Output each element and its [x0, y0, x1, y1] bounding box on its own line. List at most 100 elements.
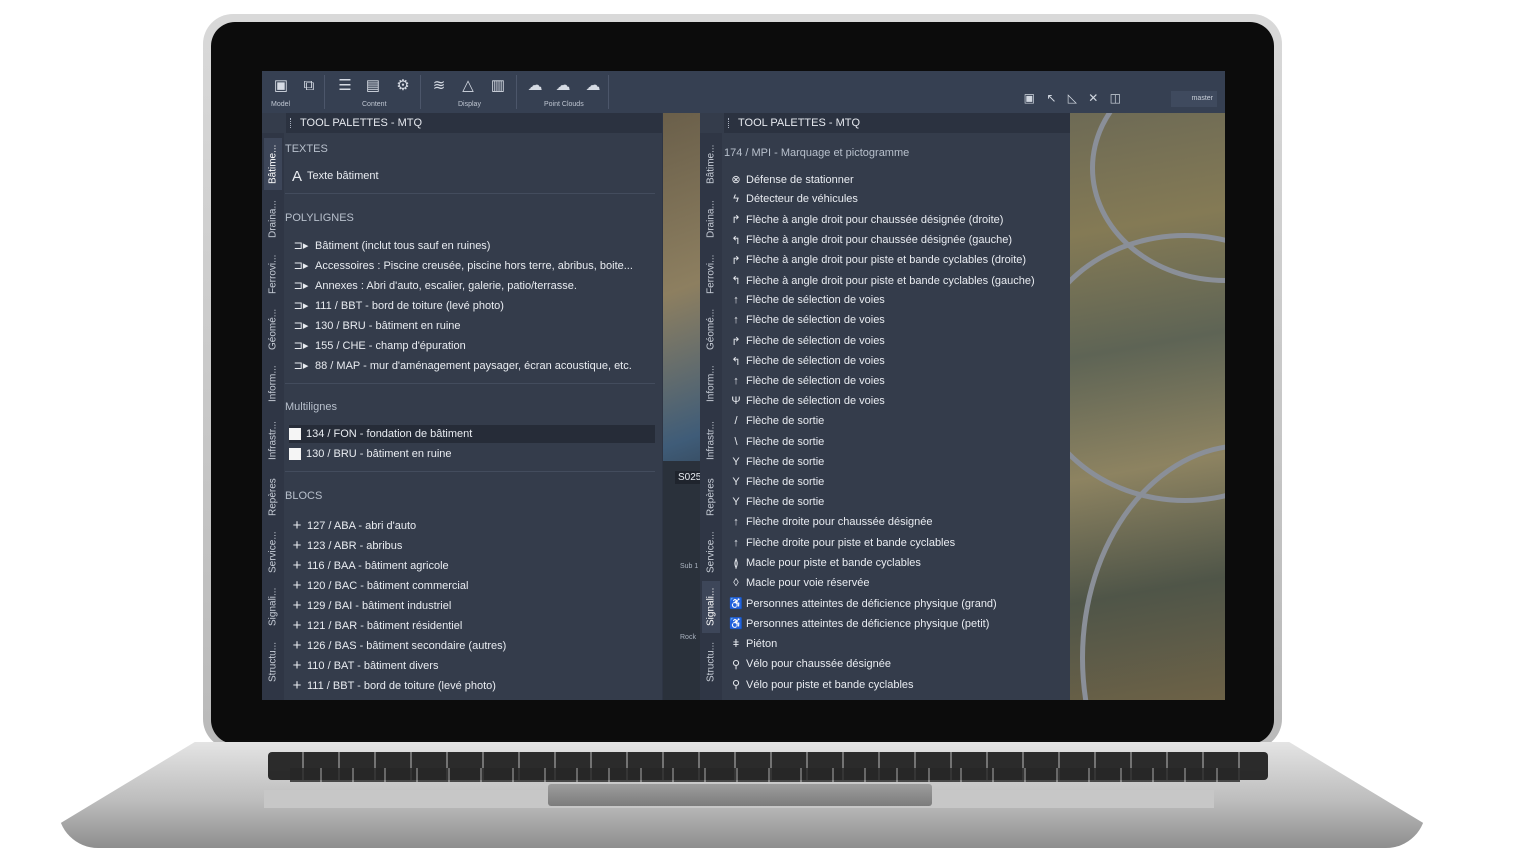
- marking-tool[interactable]: ↑ Flèche de sélection de voies: [728, 294, 885, 306]
- palette-title-bar[interactable]: TOOL PALETTES - MTQ: [724, 113, 1070, 133]
- palette-tool[interactable]: ⊐▸ 111 / BBT - bord de toiture (levé phot…: [289, 299, 504, 313]
- model-edit-icon[interactable]: ⧉: [298, 76, 320, 96]
- display-table-icon[interactable]: ▥: [487, 76, 509, 96]
- palette-tool[interactable]: A Texte bâtiment: [289, 168, 379, 185]
- block-insert-icon: +: [292, 637, 302, 654]
- ribbon-group-model[interactable]: Model: [271, 101, 290, 108]
- palette-tool[interactable]: +126 / BAS - bâtiment secondaire (autres…: [289, 637, 507, 654]
- tab-geometrie[interactable]: Géomé...: [702, 303, 720, 355]
- grip-icon[interactable]: [290, 118, 293, 128]
- marking-symbol-icon: ↑: [733, 375, 739, 387]
- ribbon-separator: [324, 75, 325, 109]
- tab-reperes[interactable]: Repères: [264, 471, 282, 523]
- tab-information[interactable]: Inform...: [702, 358, 720, 410]
- marking-tool[interactable]: ϟ Détecteur de véhicules: [728, 193, 858, 205]
- tab-drainage[interactable]: Draina...: [702, 193, 720, 245]
- marking-symbol-icon: ⊗: [731, 174, 741, 186]
- laptop-keyboard-row: [290, 768, 1240, 782]
- palette-tool[interactable]: ⊐▸ 155 / CHE - champ d'épuration: [289, 339, 466, 353]
- palette-tool[interactable]: +111 / BBT - bord de toiture (levé photo…: [289, 677, 496, 694]
- palette-tool[interactable]: +129 / BAI - bâtiment industriel: [289, 597, 452, 614]
- marking-symbol-icon: ↱: [731, 335, 741, 348]
- display-layers-icon[interactable]: ≋: [428, 76, 450, 96]
- palette-tool[interactable]: ⊐▸ 130 / BRU - bâtiment en ruine: [289, 319, 461, 333]
- point-cloud-2-icon[interactable]: ☁: [552, 76, 574, 96]
- marking-symbol-icon: Ψ: [731, 395, 741, 408]
- marking-tool[interactable]: ↰ Flèche à angle droit pour chaussée dési…: [728, 234, 1012, 247]
- marking-tool[interactable]: ◊ Macle pour voie réservée: [728, 577, 869, 589]
- palette-tool[interactable]: ⊐▸ Bâtiment (inclut tous sauf en ruines): [289, 239, 491, 253]
- marking-tool[interactable]: ♿ Personnes atteintes de déficience physi…: [728, 617, 989, 631]
- display-surface-icon[interactable]: △: [457, 76, 479, 96]
- marking-tool[interactable]: ⚲ Vélo pour piste et bande cyclables: [728, 678, 914, 692]
- tab-ferroviaire[interactable]: Ferrovi...: [702, 248, 720, 300]
- marking-tool[interactable]: ǂ Piéton: [728, 638, 777, 650]
- palette-tool[interactable]: +116 / BAA - bâtiment agricole: [289, 557, 449, 574]
- tab-geometrie[interactable]: Géomé...: [264, 303, 282, 355]
- selection-tools[interactable]: ▣ ↖ ◺ ✕ ◫: [1024, 91, 1125, 105]
- point-cloud-3-icon[interactable]: ☁: [582, 76, 604, 96]
- tab-signalisation[interactable]: Signali...: [264, 581, 282, 633]
- marking-tool[interactable]: ⊗ Défense de stationner: [728, 173, 853, 187]
- block-insert-icon: +: [292, 617, 302, 634]
- tab-structures[interactable]: Structu...: [702, 636, 720, 688]
- content-list-icon[interactable]: ▤: [362, 76, 384, 96]
- content-gear-icon[interactable]: ⚙: [392, 76, 414, 96]
- tab-information[interactable]: Inform...: [264, 358, 282, 410]
- tab-signalisation[interactable]: Signali...: [702, 581, 720, 633]
- tab-infrastructure[interactable]: Infrastr...: [702, 413, 720, 468]
- polyline-icon: ⊐▸: [293, 260, 309, 272]
- marking-symbol-icon: /: [734, 415, 738, 428]
- palette-tool[interactable]: +110 / BAT - bâtiment divers: [289, 657, 439, 674]
- marking-tool[interactable]: ↱ Flèche à angle droit pour chaussée dési…: [728, 213, 1003, 227]
- model-icon[interactable]: ▣: [270, 76, 292, 96]
- point-cloud-icon[interactable]: ☁: [524, 76, 546, 96]
- palette-tool[interactable]: +123 / ABR - abribus: [289, 537, 403, 554]
- grip-icon[interactable]: [728, 118, 731, 128]
- marking-tool[interactable]: Y Flèche de sortie: [728, 496, 824, 508]
- tab-reperes[interactable]: Repères: [702, 471, 720, 523]
- palette-tool[interactable]: +120 / BAC - bâtiment commercial: [289, 577, 469, 594]
- marking-tool[interactable]: ↑ Flèche de sélection de voies: [728, 375, 885, 387]
- tab-batiment[interactable]: Bâtime...: [702, 138, 720, 190]
- palette-tool[interactable]: ⊐▸ 88 / MAP - mur d'aménagement paysager,…: [289, 359, 632, 373]
- workspace-selector[interactable]: master: [1171, 91, 1217, 107]
- marking-tool[interactable]: ↑ Flèche droite pour piste et bande cycla…: [728, 537, 955, 549]
- content-icon[interactable]: ☰: [334, 76, 356, 96]
- marking-tool[interactable]: Y Flèche de sortie: [728, 456, 824, 468]
- palette-title-bar[interactable]: TOOL PALETTES - MTQ: [286, 113, 662, 133]
- marking-tool[interactable]: / Flèche de sortie: [728, 415, 824, 427]
- tab-batiment[interactable]: Bâtime...: [264, 138, 282, 190]
- marking-tool[interactable]: ↑ Flèche droite pour chaussée désignée: [728, 516, 932, 528]
- palette-tool[interactable]: ⊐▸ Accessoires : Piscine creusée, piscine…: [289, 259, 633, 273]
- tab-infrastructure[interactable]: Infrastr...: [264, 413, 282, 468]
- marking-symbol-icon: ↰: [731, 234, 741, 247]
- palette-tool[interactable]: +121 / BAR - bâtiment résidentiel: [289, 617, 463, 634]
- tab-structures[interactable]: Structu...: [264, 636, 282, 688]
- palette-tool[interactable]: ⊐▸ Annexes : Abri d'auto, escalier, galer…: [289, 279, 577, 293]
- marking-tool[interactable]: ♿ Personnes atteintes de déficience physi…: [728, 597, 997, 611]
- marking-tool[interactable]: ↱ Flèche à angle droit pour piste et band…: [728, 254, 1026, 267]
- ribbon-group-display[interactable]: Display: [458, 101, 481, 108]
- marking-tool[interactable]: ↑ Flèche de sélection de voies: [728, 314, 885, 326]
- marking-tool[interactable]: ⚲ Vélo pour chaussée désignée: [728, 658, 891, 671]
- marking-tool[interactable]: Ψ Flèche de sélection de voies: [728, 395, 884, 408]
- palette-tool-selected[interactable]: 134 / FON - fondation de bâtiment: [289, 425, 655, 443]
- marking-tool[interactable]: ≬ Macle pour piste et bande cyclables: [728, 557, 920, 570]
- tab-ferroviaire[interactable]: Ferrovi...: [264, 248, 282, 300]
- marking-tool[interactable]: ↰ Flèche de sélection de voies: [728, 355, 884, 368]
- palette-tool[interactable]: 130 / BRU - bâtiment en ruine: [289, 448, 452, 460]
- palette-tool[interactable]: +127 / ABA - abri d'auto: [289, 517, 417, 534]
- map-viewport-right[interactable]: [1070, 113, 1225, 700]
- ribbon-group-point-clouds[interactable]: Point Clouds: [544, 101, 584, 108]
- marking-tool[interactable]: ↱ Flèche de sélection de voies: [728, 335, 884, 348]
- tab-services[interactable]: Service...: [264, 526, 282, 578]
- marking-tool[interactable]: ↰ Flèche à angle droit pour piste et band…: [728, 274, 1034, 288]
- marking-tool[interactable]: \ Flèche de sortie: [728, 436, 824, 448]
- polyline-icon: ⊐▸: [293, 320, 309, 332]
- marking-tool[interactable]: Y Flèche de sortie: [728, 476, 824, 488]
- marking-symbol-icon: ↰: [731, 355, 741, 368]
- tab-drainage[interactable]: Draina...: [264, 193, 282, 245]
- ribbon-group-content[interactable]: Content: [362, 101, 387, 108]
- tab-services[interactable]: Service...: [702, 526, 720, 578]
